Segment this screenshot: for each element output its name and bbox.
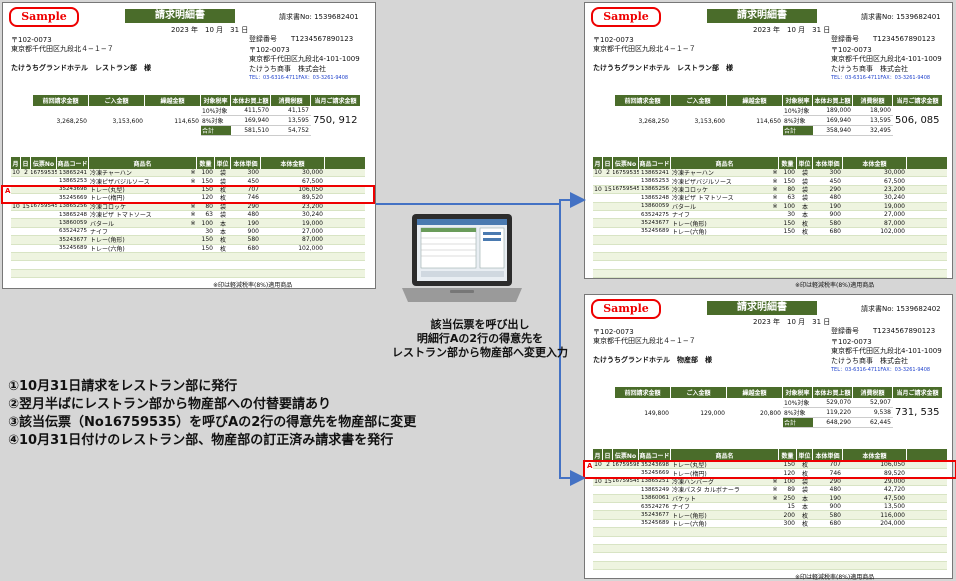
step-3: ③該当伝票（No16759535）を呼びAの2行の得意先を物産部に変更 bbox=[8, 415, 417, 430]
caption-line: 該当伝票を呼び出し bbox=[430, 318, 530, 331]
step-2: ②翌月半ばにレストラン部から物産部への付替要請あり bbox=[8, 397, 332, 412]
procedure-steps: ①10月31日請求をレストラン部に発行 ②翌月半ばにレストラン部から物産部への付… bbox=[8, 378, 416, 450]
change-caption: 該当伝票を呼び出し 明細行Aの2行の得意先を レストラン部から物産部へ変更入力 bbox=[380, 318, 580, 360]
step-4: ④10月31日付けのレストラン部、物産部の訂正済み請求書を発行 bbox=[8, 433, 394, 448]
step-1: ①10月31日請求をレストラン部に発行 bbox=[8, 379, 238, 394]
arrow-to-restaurant bbox=[376, 192, 586, 208]
laptop-illustration bbox=[400, 212, 524, 308]
caption-line: 明細行Aの2行の得意先を bbox=[416, 332, 544, 345]
caption-line: レストラン部から物産部へ変更入力 bbox=[392, 346, 568, 359]
